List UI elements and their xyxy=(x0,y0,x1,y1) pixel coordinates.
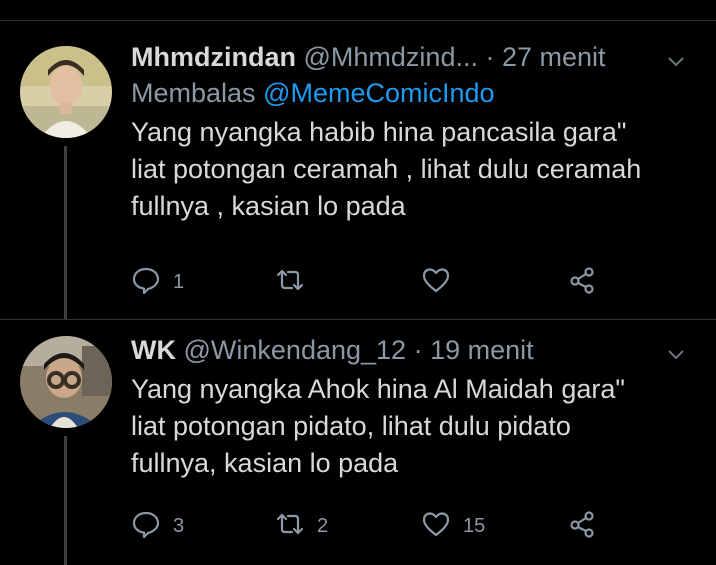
user-handle[interactable]: @Mhmdzind... xyxy=(304,42,478,72)
like-icon xyxy=(421,265,451,300)
separator-dot: · xyxy=(485,42,495,72)
user-handle[interactable]: @Winkendang_12 xyxy=(184,335,407,365)
tweet-text: Yang nyangka Ahok hina Al Maidah gara" l… xyxy=(131,374,625,478)
like-button[interactable] xyxy=(421,266,463,298)
retweet-count: 2 xyxy=(317,514,329,537)
share-icon xyxy=(567,509,597,544)
replying-prefix: Membalas xyxy=(131,78,256,108)
reply-count: 1 xyxy=(173,270,185,293)
tweet-header: WK @Winkendang_12 · 19 menit xyxy=(131,333,701,367)
thread-line xyxy=(64,146,67,320)
timestamp[interactable]: 19 menit xyxy=(430,335,534,365)
display-name[interactable]: Mhmdzindan xyxy=(131,42,296,72)
mention-link[interactable]: @MemeComicIndo xyxy=(263,78,494,108)
separator-dot: · xyxy=(413,335,423,365)
tweet-content: WK @Winkendang_12 · 19 menit Yang nyangk… xyxy=(131,333,701,482)
retweet-button[interactable] xyxy=(275,266,317,298)
tweet-header: Mhmdzindan @Mhmdzind... · 27 menit xyxy=(131,40,701,74)
replying-to: Membalas @MemeComicIndo xyxy=(131,76,701,110)
share-button[interactable] xyxy=(567,266,597,298)
tweet-content: Mhmdzindan @Mhmdzind... · 27 menit Memba… xyxy=(131,40,701,225)
like-count: 15 xyxy=(463,514,486,537)
tweet-actions: 1 xyxy=(131,266,701,298)
like-button[interactable]: 15 xyxy=(421,510,485,542)
tweet-text: Yang nyangka habib hina pancasila gara" … xyxy=(131,117,642,221)
share-icon xyxy=(567,265,597,300)
reply-button[interactable]: 3 xyxy=(131,510,184,542)
chevron-down-icon[interactable] xyxy=(665,339,687,361)
reply-button[interactable]: 1 xyxy=(131,266,184,298)
retweet-button[interactable]: 2 xyxy=(275,510,328,542)
chevron-down-icon[interactable] xyxy=(665,46,687,68)
reply-icon xyxy=(131,509,161,544)
retweet-icon xyxy=(275,265,305,300)
avatar[interactable] xyxy=(20,336,112,428)
reply-icon xyxy=(131,265,161,300)
timestamp[interactable]: 27 menit xyxy=(502,42,606,72)
reply-count: 3 xyxy=(173,514,185,537)
share-button[interactable] xyxy=(567,510,597,542)
tweet-actions: 3 2 15 xyxy=(131,510,701,542)
tweet-2[interactable]: WK @Winkendang_12 · 19 menit Yang nyangk… xyxy=(0,320,716,565)
avatar[interactable] xyxy=(20,46,112,138)
retweet-icon xyxy=(275,509,305,544)
like-icon xyxy=(421,509,451,544)
thread-line xyxy=(64,436,67,565)
tweet-1[interactable]: Mhmdzindan @Mhmdzind... · 27 menit Memba… xyxy=(0,0,716,320)
display-name[interactable]: WK xyxy=(131,335,176,365)
